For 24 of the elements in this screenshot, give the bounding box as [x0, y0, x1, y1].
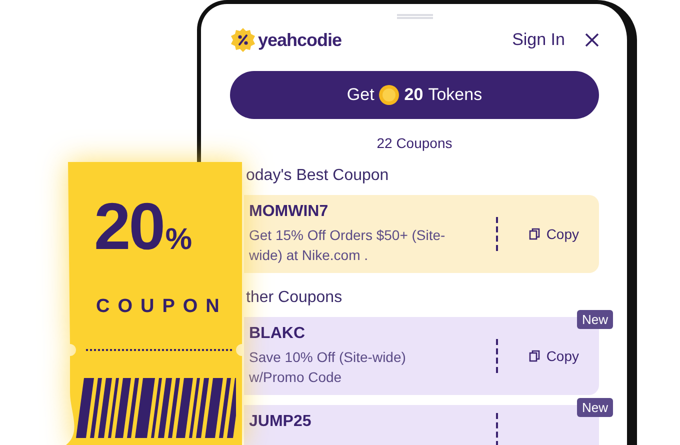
close-icon[interactable] [585, 33, 599, 47]
copy-button[interactable]: Copy [529, 226, 579, 242]
copy-icon [529, 350, 540, 362]
coupon-card[interactable]: MOMWIN7 Get 15% Off Orders $50+ (Site-wide) at Nike.com . Copy [244, 195, 599, 273]
coupon-code: JUMP25 [249, 413, 312, 431]
coupon-code: BLAKC [249, 325, 306, 343]
coupon-description: Get 15% Off Orders $50+ (Site-wide) at Nike.com . [249, 226, 446, 265]
section-heading: ther Coupons [246, 289, 344, 307]
new-badge: New [576, 398, 613, 417]
copy-button[interactable]: Copy [529, 348, 579, 364]
get-tokens-button[interactable]: Get 20 Tokens [230, 71, 599, 119]
drag-handle-icon[interactable] [396, 14, 432, 19]
logo-text: yeahcodie [258, 30, 342, 50]
discount-value: 20% [94, 188, 190, 264]
new-badge: New [576, 310, 613, 329]
coupon-label: COUPON [96, 296, 228, 318]
coupon-code: MOMWIN7 [249, 203, 330, 221]
section-heading: oday's Best Coupon [246, 167, 390, 185]
coupon-count: 22 Coupons [376, 135, 454, 151]
badge-percent-icon [230, 27, 256, 53]
coupon-description: Save 10% Off (Site-wide) w/Promo Code [249, 348, 407, 387]
sign-in-link[interactable]: Sign In [512, 30, 565, 50]
copy-icon [529, 228, 540, 240]
coin-icon [379, 85, 400, 105]
